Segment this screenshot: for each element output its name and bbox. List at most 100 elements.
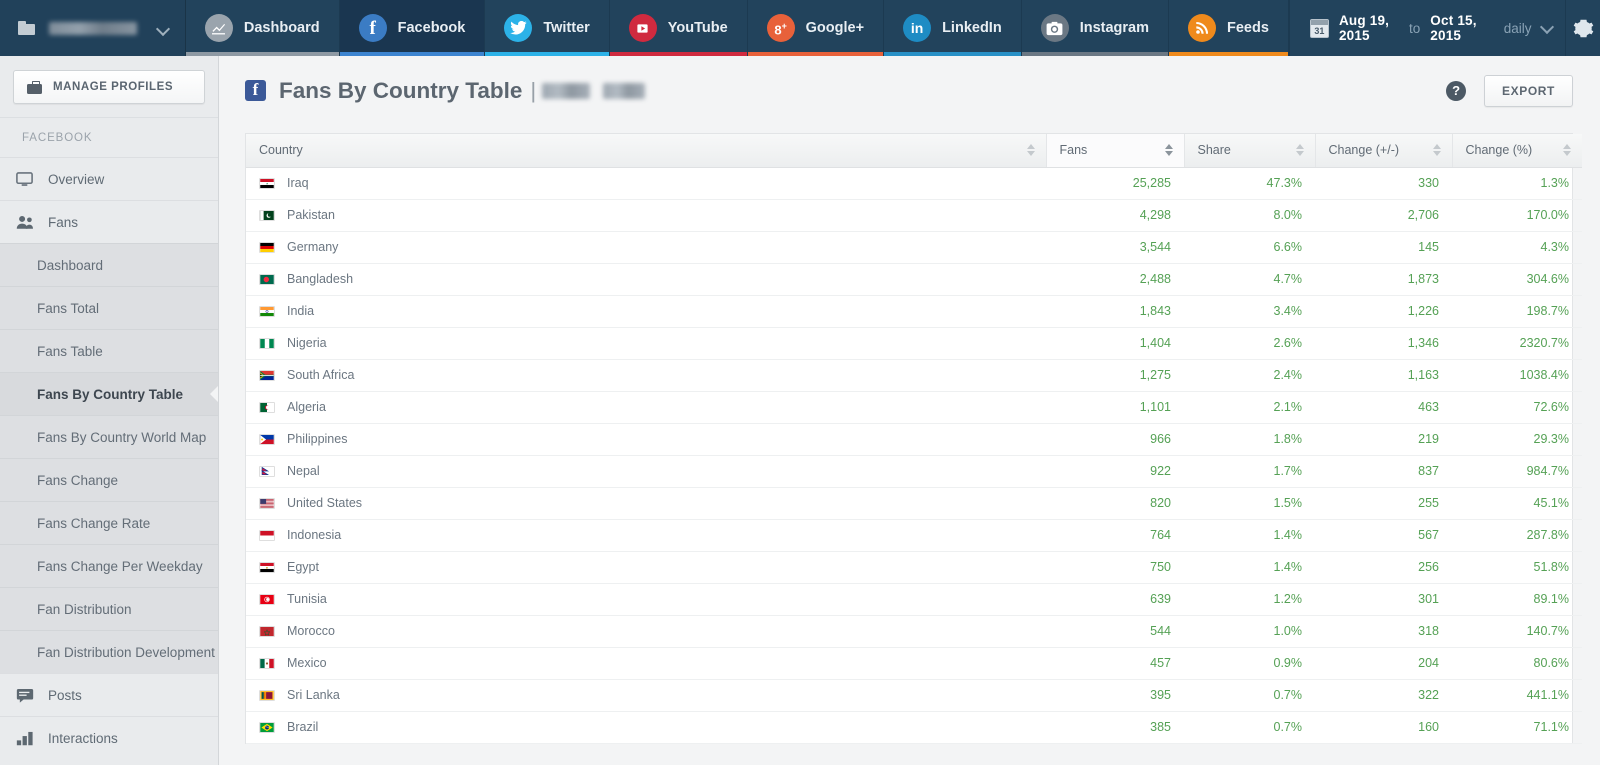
table-row[interactable]: Brazil3850.7%16071.1% [246,711,1582,743]
sidebar-item-fans[interactable]: Fans [0,200,218,243]
sidebar-item-label: Fans Table [37,344,103,359]
table-row[interactable]: United States8201.5%25545.1% [246,487,1582,519]
cell-change-pct: 51.8% [1452,551,1582,583]
table-row[interactable]: Morocco5441.0%318140.7% [246,615,1582,647]
table-row[interactable]: ◆Egypt7501.4%25651.8% [246,551,1582,583]
table-row[interactable]: Mexico4570.9%20480.6% [246,647,1582,679]
sidebar-item-fan-distribution[interactable]: Fan Distribution [0,587,218,630]
sidebar-item-posts[interactable]: Posts [0,673,218,716]
page-title-separator: | [524,78,540,104]
help-circle-icon[interactable]: ? [1446,81,1466,101]
nav-tab-google-[interactable]: 8+Google+ [748,0,884,56]
sidebar-item-overview[interactable]: Overview [0,157,218,200]
table-row[interactable]: South Africa1,2752.4%1,1631038.4% [246,359,1582,391]
table-row[interactable]: Germany3,5446.6%1454.3% [246,231,1582,263]
sidebar-item-fans-change[interactable]: Fans Change [0,458,218,501]
nav-tab-facebook[interactable]: fFacebook [340,0,486,56]
column-header-change[interactable]: Change (+/-) [1315,134,1452,167]
sort-icon[interactable] [1563,143,1572,157]
flag-icon-lk [259,690,275,701]
sidebar-item-fans-total[interactable]: Fans Total [0,286,218,329]
nav-tab-dashboard[interactable]: Dashboard [186,0,340,56]
table-row[interactable]: Sri Lanka3950.7%322441.1% [246,679,1582,711]
cell-fans: 4,298 [1046,199,1184,231]
page-header-actions: ? EXPORT [1446,75,1573,107]
column-header-country[interactable]: Country [246,134,1046,167]
sidebar-item-fan-distribution-development[interactable]: Fan Distribution Development [0,630,218,673]
sidebar-section-label: FACEBOOK [0,117,218,157]
chevron-down-icon [158,24,169,31]
cell-country: Pakistan [246,199,1046,231]
nav-tab-instagram[interactable]: Instagram [1022,0,1169,56]
country-name: Brazil [287,720,318,734]
nav-tab-label: YouTube [668,20,728,36]
nav-tab-twitter[interactable]: Twitter [485,0,609,56]
nav-tab-feeds[interactable]: Feeds [1169,0,1289,56]
column-header-change-pct[interactable]: Change (%) [1452,134,1582,167]
table-row[interactable]: Tunisia6391.2%30189.1% [246,583,1582,615]
settings-button[interactable] [1565,0,1600,56]
chevron-down-icon[interactable] [1542,25,1550,32]
cell-share: 1.0% [1184,615,1315,647]
sort-icon-active[interactable] [1165,143,1174,157]
sidebar-item-fans-change-rate[interactable]: Fans Change Rate [0,501,218,544]
sidebar-item-dashboard[interactable]: Dashboard [0,243,218,286]
cell-change-pct: 140.7% [1452,615,1582,647]
column-header-share[interactable]: Share [1184,134,1315,167]
table-row[interactable]: Algeria1,1012.1%46372.6% [246,391,1582,423]
table-row[interactable]: Nepal9221.7%837984.7% [246,455,1582,487]
profile-name-redacted [49,22,137,35]
cell-share: 3.4% [1184,295,1315,327]
cell-change-pct: 4.3% [1452,231,1582,263]
sidebar-item-label: Fan Distribution [37,602,132,617]
cell-change-pct: 29.3% [1452,423,1582,455]
table-row[interactable]: Pakistan4,2988.0%2,706170.0% [246,199,1582,231]
nav-tab-linkedin[interactable]: inLinkedIn [884,0,1022,56]
cell-country: Nigeria [246,327,1046,359]
sidebar-item-fans-by-country-table[interactable]: Fans By Country Table [0,372,218,415]
manage-profiles-button[interactable]: MANAGE PROFILES [13,70,205,104]
interval-value[interactable]: daily [1498,21,1532,36]
flag-icon-tn [259,594,275,605]
country-name: Nepal [287,464,320,478]
cell-change-pct: 984.7% [1452,455,1582,487]
sidebar-item-interactions[interactable]: Interactions [0,716,218,759]
column-header-fans[interactable]: Fans [1046,134,1184,167]
table-row[interactable]: Nigeria1,4042.6%1,3462320.7% [246,327,1582,359]
cell-change: 2,706 [1315,199,1452,231]
sort-icon[interactable] [1433,143,1442,157]
cell-change-pct: 1038.4% [1452,359,1582,391]
cell-change: 1,873 [1315,263,1452,295]
sidebar-item-label: Fan Distribution Development [37,645,215,660]
cell-fans: 1,843 [1046,295,1184,327]
column-header-change-label: Change (+/-) [1329,143,1400,157]
table-row[interactable]: Indonesia7641.4%567287.8% [246,519,1582,551]
cell-share: 1.4% [1184,519,1315,551]
sort-icon[interactable] [1027,143,1036,157]
cell-share: 2.1% [1184,391,1315,423]
table-row[interactable]: Philippines9661.8%21929.3% [246,423,1582,455]
sidebar-item-label: Fans By Country Table [37,387,183,402]
profile-selector[interactable] [0,0,186,56]
folder-icon [18,21,35,35]
date-range-picker[interactable]: 31 Aug 19, 2015 to Oct 15, 2015 daily [1289,0,1565,56]
nav-tab-label: Feeds [1227,20,1269,36]
country-name: Egypt [287,560,319,574]
table-row[interactable]: ★Iraq25,28547.3%3301.3% [246,167,1582,199]
sort-icon[interactable] [1296,143,1305,157]
cell-fans: 750 [1046,551,1184,583]
cell-fans: 966 [1046,423,1184,455]
cell-share: 0.9% [1184,647,1315,679]
sidebar-item-fans-table[interactable]: Fans Table [0,329,218,372]
nav-tab-youtube[interactable]: YouTube [610,0,748,56]
cell-change-pct: 304.6% [1452,263,1582,295]
cell-change-pct: 1.3% [1452,167,1582,199]
sidebar-item-fans-by-country-world-map[interactable]: Fans By Country World Map [0,415,218,458]
bars-icon [16,730,35,747]
flag-icon-pk [259,210,275,221]
table-row[interactable]: Bangladesh2,4884.7%1,873304.6% [246,263,1582,295]
export-button[interactable]: EXPORT [1484,75,1573,107]
nav-tab-label: Instagram [1080,20,1149,36]
table-row[interactable]: India1,8433.4%1,226198.7% [246,295,1582,327]
sidebar-item-fans-change-per-weekday[interactable]: Fans Change Per Weekday [0,544,218,587]
